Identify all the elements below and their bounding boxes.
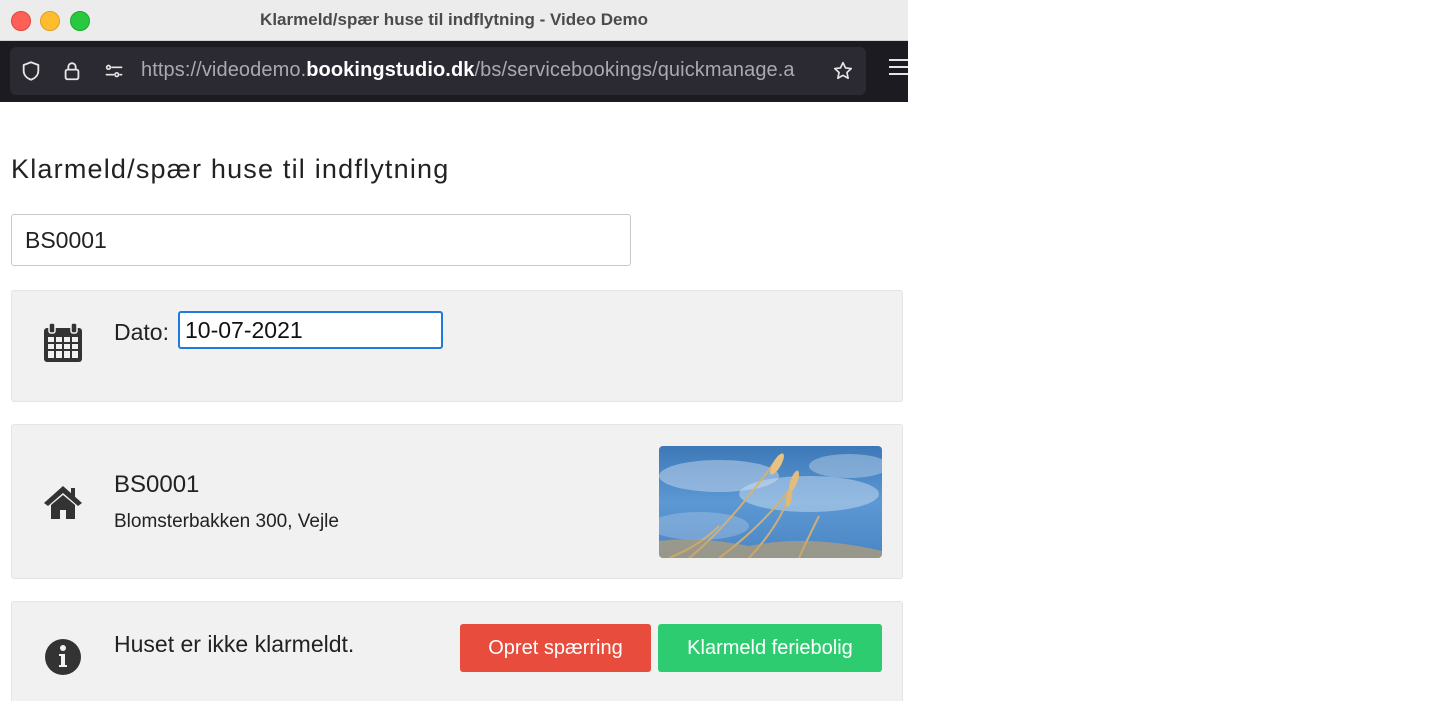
- bookmark-star-icon[interactable]: [831, 59, 855, 83]
- address-bar[interactable]: https://videodemo.bookingstudio.dk/bs/se…: [10, 47, 866, 95]
- page-title: Klarmeld/spær huse til indflytning: [11, 154, 450, 184]
- url-text[interactable]: https://videodemo.bookingstudio.dk/bs/se…: [141, 59, 795, 82]
- page-content: Klarmeld/spær huse til indflytning BS000…: [0, 102, 908, 701]
- date-panel: Dato: 10-07-2021: [11, 290, 903, 402]
- shield-icon[interactable]: [19, 59, 43, 83]
- browser-window: Klarmeld/spær huse til indflytning - Vid…: [0, 0, 908, 701]
- status-panel: Huset er ikke klarmeldt. Opret spærring …: [11, 601, 903, 701]
- create-block-button[interactable]: Opret spærring: [460, 624, 651, 672]
- house-code: BS0001: [114, 471, 200, 498]
- home-icon: [42, 481, 84, 523]
- window-title: Klarmeld/spær huse til indflytning - Vid…: [260, 10, 648, 29]
- url-prefix: https://videodemo.: [141, 59, 307, 81]
- url-path: /bs/servicebookings/quickmanage.a: [474, 59, 795, 81]
- status-text: Huset er ikke klarmeldt.: [114, 631, 355, 657]
- house-photo: [659, 446, 882, 558]
- date-label: Dato:: [114, 319, 169, 345]
- calendar-icon: [42, 321, 84, 363]
- title-bar: Klarmeld/spær huse til indflytning - Vid…: [0, 0, 908, 41]
- house-search-input[interactable]: BS0001: [11, 214, 631, 266]
- browser-toolbar: https://videodemo.bookingstudio.dk/bs/se…: [0, 41, 908, 102]
- date-input[interactable]: 10-07-2021: [178, 311, 443, 349]
- house-panel: BS0001 Blomsterbakken 300, Vejle: [11, 424, 903, 579]
- menu-icon[interactable]: [889, 59, 908, 79]
- lock-icon[interactable]: [60, 59, 84, 83]
- url-domain: bookingstudio.dk: [306, 59, 475, 81]
- house-address: Blomsterbakken 300, Vejle: [114, 511, 339, 532]
- permissions-icon[interactable]: [102, 59, 126, 83]
- mark-ready-button[interactable]: Klarmeld feriebolig: [658, 624, 882, 672]
- info-icon: [42, 636, 84, 678]
